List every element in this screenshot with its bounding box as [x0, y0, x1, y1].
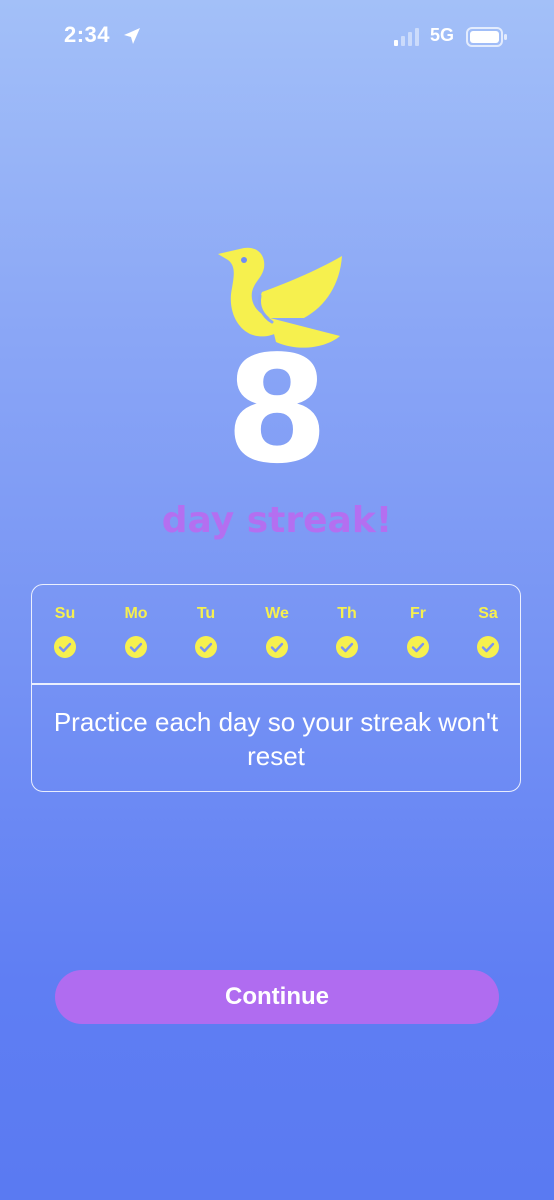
day-tuesday: Tu: [176, 605, 236, 659]
check-icon: [407, 636, 429, 658]
check-icon: [54, 636, 76, 658]
streak-count: 8: [225, 324, 329, 496]
day-wednesday: We: [247, 605, 307, 659]
streak-screen: 2:34 5G 8 day streak! Su Mo Tu We Th Fr …: [0, 0, 554, 1200]
day-label: Su: [54, 605, 76, 622]
streak-label: day streak!: [161, 500, 393, 541]
status-time: 2:34: [64, 22, 111, 47]
check-icon: [336, 636, 358, 658]
check-icon: [477, 636, 499, 658]
day-label: Sa: [478, 605, 498, 622]
check-icon: [266, 636, 288, 658]
day-thursday: Th: [317, 605, 377, 659]
day-label: We: [265, 605, 289, 622]
network-label: 5G: [430, 25, 455, 45]
check-icon: [125, 636, 147, 658]
card-divider: [32, 683, 520, 685]
day-friday: Fr: [388, 605, 448, 659]
day-saturday: Sa: [458, 605, 518, 659]
continue-button[interactable]: Continue: [55, 970, 499, 1024]
streak-reminder-message: Practice each day so your streak won't r…: [53, 707, 499, 771]
day-label: Th: [337, 605, 357, 622]
battery-icon: [466, 27, 507, 47]
location-arrow-icon: [124, 28, 140, 44]
check-icon: [195, 636, 217, 658]
day-sunday: Su: [35, 605, 95, 659]
day-label: Tu: [196, 605, 216, 622]
days-row: Su Mo Tu We Th Fr Sa: [32, 585, 520, 683]
day-label: Fr: [410, 605, 426, 622]
signal-icon: [394, 28, 419, 46]
day-monday: Mo: [106, 605, 166, 659]
week-card: Su Mo Tu We Th Fr Sa Practice each day s…: [31, 584, 521, 792]
day-label: Mo: [124, 605, 148, 622]
